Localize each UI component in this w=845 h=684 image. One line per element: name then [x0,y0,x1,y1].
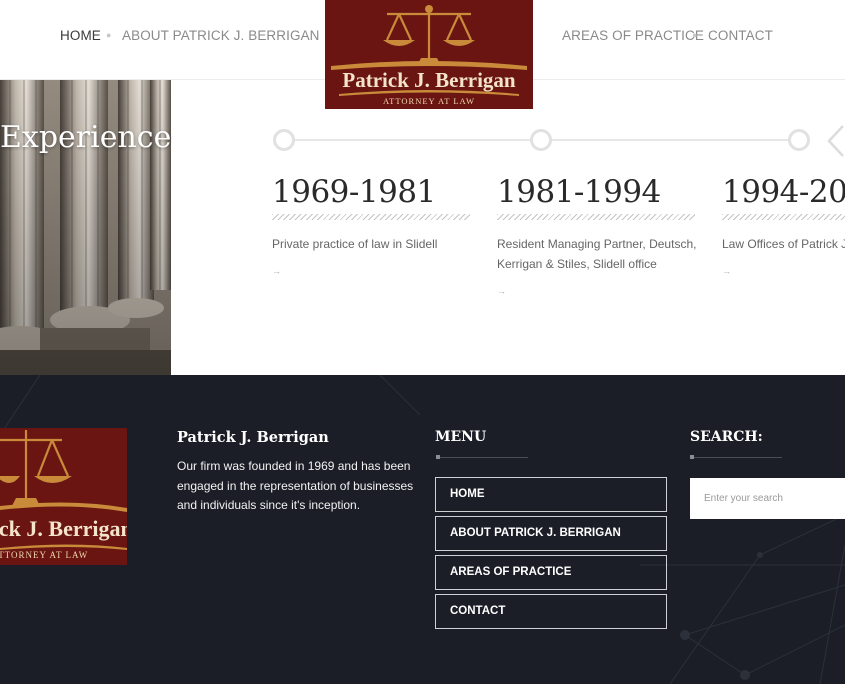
arrow-right-icon[interactable]: → [722,266,845,276]
timeline-marker[interactable] [273,129,295,151]
timeline-years: 1969-1981 [272,174,436,210]
scales-of-justice-icon [0,430,127,550]
footer-logo-tagline: ATTORNEY AT LAW [0,550,89,560]
header-logo[interactable]: Patrick J. Berrigan ATTORNEY AT LAW [325,0,533,109]
footer-search-input[interactable] [690,478,845,519]
chevron-left-icon[interactable] [826,124,845,158]
footer: Patrick J. Berrigan ATTORNEY AT LAW Patr… [0,375,845,684]
logo-tagline: ATTORNEY AT LAW [382,96,476,106]
hero-title: Experience [0,120,172,155]
timeline-years: 1994-200 [722,174,845,210]
footer-menu-contact-button[interactable]: CONTACT [435,594,667,629]
nav-home-link[interactable]: HOME [60,28,101,43]
nav-dot-icon: ● [106,30,112,40]
footer-about-text: Our firm was founded in 1969 and has bee… [177,459,414,512]
timeline-description: Law Offices of Patrick J. [722,237,845,251]
footer-menu-about-button[interactable]: ABOUT PATRICK J. BERRIGAN [435,516,667,551]
footer-menu-heading: MENU [435,429,487,445]
footer-about-title: Patrick J. Berrigan [177,429,329,446]
footer-logo[interactable]: Patrick J. Berrigan ATTORNEY AT LAW [0,428,127,565]
timeline-item: 1969-1981 Private practice of law in Sli… [272,174,472,276]
timeline-description: Resident Managing Partner, Deutsch, Kerr… [497,237,697,271]
arrow-right-icon[interactable]: → [497,286,697,296]
footer-search-heading: SEARCH: [690,429,763,445]
timeline-years: 1981-1994 [497,174,661,210]
footer-menu-home-button[interactable]: HOME [435,477,667,512]
arrow-right-icon[interactable]: → [272,266,472,276]
timeline-item: 1994-200 Law Offices of Patrick J. → [722,174,845,276]
timeline-description: Private practice of law in Slidell [272,237,438,251]
nav-dot-icon: ● [692,30,698,40]
timeline-marker[interactable] [530,129,552,151]
footer-search-divider [690,455,782,459]
timeline-divider [497,214,695,220]
timeline-marker[interactable] [788,129,810,151]
logo-name: Patrick J. Berrigan [342,68,516,92]
nav-about-link[interactable]: ABOUT PATRICK J. BERRIGAN [122,28,320,43]
footer-logo-name: Patrick J. Berrigan [0,516,127,541]
footer-menu-divider [436,455,528,459]
timeline-item: 1981-1994 Resident Managing Partner, Deu… [497,174,697,296]
timeline-divider [722,214,845,220]
timeline-divider [272,214,470,220]
nav-areas-of-practice-link[interactable]: AREAS OF PRACTICE [562,28,704,43]
footer-menu-areas-button[interactable]: AREAS OF PRACTICE [435,555,667,590]
nav-contact-link[interactable]: CONTACT [708,28,773,43]
